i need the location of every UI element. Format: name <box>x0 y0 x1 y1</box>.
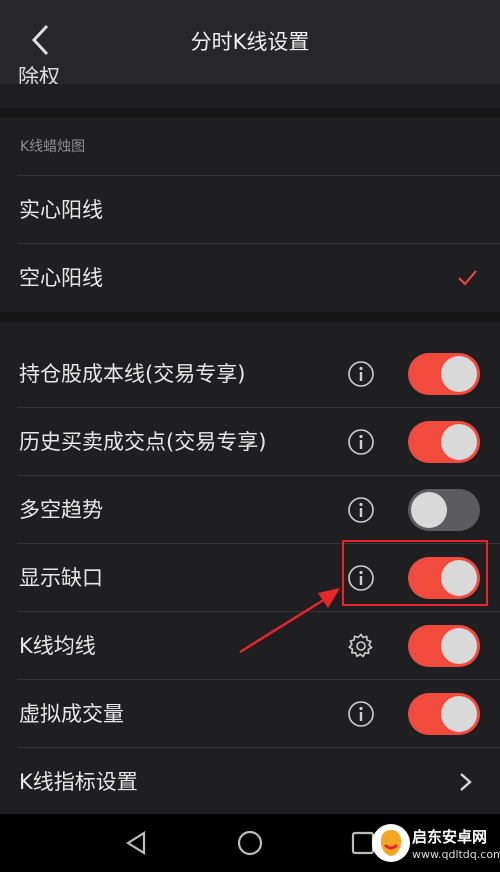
watermark-url: www.qdltdq.com <box>412 848 500 861</box>
toggle-switch[interactable] <box>408 625 480 667</box>
setting-row-indicator[interactable]: K线指标设置 <box>0 748 500 816</box>
toggle-switch[interactable] <box>408 693 480 735</box>
setting-row-moving-average: K线均线 <box>0 612 500 680</box>
toggle-switch[interactable] <box>408 489 480 531</box>
section-divider <box>0 108 500 118</box>
watermark-name: 启东安卓网 <box>412 828 488 846</box>
nav-home-icon[interactable] <box>233 826 267 860</box>
info-icon[interactable] <box>347 700 375 728</box>
setting-label: K线指标设置 <box>19 770 138 794</box>
toggle-switch[interactable] <box>408 421 480 463</box>
toggle-knob <box>411 492 447 528</box>
setting-row-trade-points: 历史买卖成交点(交易专享) <box>0 408 500 476</box>
setting-label: 虚拟成交量 <box>19 702 124 726</box>
setting-row-trend: 多空趋势 <box>0 476 500 544</box>
chevron-right-icon <box>460 773 472 791</box>
setting-label: 多空趋势 <box>19 498 103 522</box>
page-title: 分时K线设置 <box>190 30 310 54</box>
toggle-knob <box>441 356 477 392</box>
option-hollow-candle[interactable]: 空心阳线 <box>0 244 500 312</box>
toggle-switch[interactable] <box>408 353 480 395</box>
section-divider <box>0 312 500 322</box>
toggle-knob <box>441 424 477 460</box>
setting-label: 历史买卖成交点(交易专享) <box>19 430 267 454</box>
info-icon[interactable] <box>347 496 375 524</box>
checkmark-icon <box>458 270 477 286</box>
scrolled-row-label[interactable]: 除权 <box>18 62 60 84</box>
watermark: 启东安卓网 www.qdltdq.com <box>372 824 500 870</box>
app-header: 分时K线设置 除权 <box>0 0 500 84</box>
option-label: 空心阳线 <box>19 266 103 290</box>
setting-label: K线均线 <box>19 634 96 658</box>
annotation-highlight-box <box>342 540 488 606</box>
option-solid-candle[interactable]: 实心阳线 <box>0 176 500 244</box>
info-icon[interactable] <box>347 428 375 456</box>
setting-row-virtual-volume: 虚拟成交量 <box>0 680 500 748</box>
watermark-logo-icon <box>372 824 410 862</box>
nav-back-icon[interactable] <box>120 826 154 860</box>
info-icon[interactable] <box>347 360 375 388</box>
setting-row-cost-line: 持仓股成本线(交易专享) <box>0 340 500 408</box>
toggle-knob <box>441 696 477 732</box>
toggle-knob <box>441 628 477 664</box>
section-label-candle: K线蜡烛图 <box>20 139 86 155</box>
setting-label: 持仓股成本线(交易专享) <box>19 362 246 386</box>
option-label: 实心阳线 <box>19 198 103 222</box>
gear-icon[interactable] <box>347 632 375 660</box>
setting-label: 显示缺口 <box>19 566 103 590</box>
